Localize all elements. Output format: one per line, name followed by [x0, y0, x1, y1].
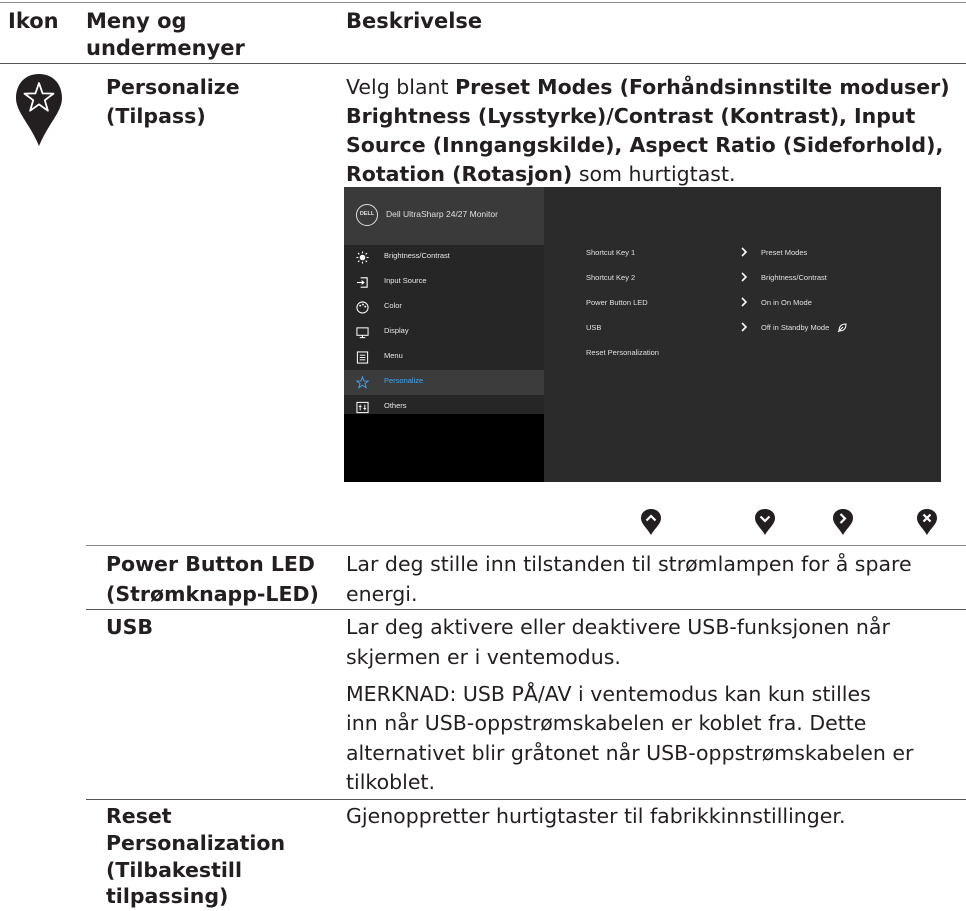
usb-note-line4: tilkoblet.	[346, 770, 435, 794]
osd-setting-value: Preset Modes	[761, 248, 808, 257]
header-description-col: Beskrivelse	[346, 9, 483, 33]
chevron-right-icon[interactable]	[832, 508, 854, 536]
close-icon[interactable]	[916, 508, 938, 536]
color-palette-icon	[356, 301, 369, 314]
osd-menu-item-menu[interactable]: Menu	[344, 345, 544, 370]
desc-bold: Rotation (Rotasjon)	[346, 162, 573, 186]
row-rule	[86, 545, 966, 546]
osd-setting-value: Brightness/Contrast	[761, 273, 827, 282]
chevron-right-icon	[741, 297, 748, 307]
usb-desc-line1: Lar deg aktivere eller deaktivere USB-fu…	[346, 615, 890, 639]
brightness-icon	[356, 251, 369, 264]
row-rule	[86, 609, 966, 610]
osd-menu: Brightness/Contrast Input Source Color D…	[344, 245, 544, 414]
osd-menu-item-personalize[interactable]: Personalize	[344, 370, 544, 395]
osd-menu-item-display[interactable]: Display	[344, 320, 544, 345]
personalize-desc-line2: Brightness (Lysstyrke)/Contrast (Kontras…	[346, 104, 916, 128]
osd-setting-value: Off in Standby Mode	[761, 323, 830, 332]
osd-setting-label[interactable]: Reset Personalization	[586, 348, 659, 357]
others-icon	[356, 401, 369, 414]
power-led-desc-line2: energi.	[346, 582, 418, 606]
power-led-desc-line1: Lar deg stille inn tilstanden til strøml…	[346, 552, 912, 576]
osd-menu-item-others[interactable]: Others	[344, 395, 544, 420]
menu-icon	[356, 351, 369, 364]
osd-menu-label: Personalize	[384, 376, 424, 385]
input-source-icon	[356, 277, 368, 288]
desc-plain: som hurtigtast.	[572, 162, 736, 186]
chevron-right-icon	[741, 322, 748, 332]
personalize-desc-line3: Source (Inngangskilde), Aspect Ratio (Si…	[346, 133, 944, 157]
chevron-right-icon	[741, 272, 748, 282]
osd-screenshot: DELL Dell UltraSharp 24/27 Monitor Brigh…	[344, 187, 941, 482]
osd-title-bar: DELL Dell UltraSharp 24/27 Monitor	[344, 187, 544, 245]
osd-menu-item-brightness[interactable]: Brightness/Contrast	[344, 245, 544, 270]
table-top-rule	[0, 2, 966, 3]
usb-label: USB	[106, 615, 154, 639]
osd-title: Dell UltraSharp 24/27 Monitor	[386, 209, 498, 219]
osd-setting-value: On in On Mode	[761, 298, 812, 307]
osd-setting-label[interactable]: Shortcut Key 2	[586, 273, 635, 282]
desc-plain: Velg blant	[346, 75, 456, 99]
reset-label-line4: tilpassing)	[106, 884, 229, 908]
chevron-right-icon	[741, 247, 748, 257]
reset-label-line3: (Tilbakestill	[106, 858, 242, 882]
personalize-desc-line4: Rotation (Rotasjon) som hurtigtast.	[346, 160, 736, 189]
usb-desc-line2: skjermen er i ventemodus.	[346, 645, 621, 669]
header-bottom-rule	[0, 63, 966, 64]
energy-leaf-icon	[837, 323, 847, 333]
osd-setting-label[interactable]: Shortcut Key 1	[586, 248, 635, 257]
header-icon-col: Ikon	[8, 9, 59, 33]
power-led-label-line2: (Strømknapp-LED)	[106, 582, 319, 606]
osd-menu-label: Others	[384, 401, 407, 410]
personalize-star-icon	[16, 74, 62, 146]
reset-desc: Gjenoppretter hurtigtaster til fabrikkin…	[346, 804, 846, 828]
chevron-up-icon[interactable]	[640, 508, 662, 536]
osd-menu-label: Menu	[384, 351, 403, 360]
osd-menu-label: Color	[384, 301, 402, 310]
osd-menu-item-input-source[interactable]: Input Source	[344, 270, 544, 295]
star-icon	[356, 376, 369, 389]
display-icon	[356, 327, 369, 339]
osd-menu-item-color[interactable]: Color	[344, 295, 544, 320]
usb-note-line3: alternativet blir gråtonet når USB-oppst…	[346, 741, 914, 765]
osd-setting-label[interactable]: Power Button LED	[586, 298, 648, 307]
reset-label-line2: Personalization	[106, 831, 286, 855]
header-menu-col-line1: Meny og	[86, 9, 187, 33]
usb-note-line2: inn når USB-oppstrømskabelen er koblet f…	[346, 711, 867, 735]
row-rule	[86, 799, 966, 800]
power-led-label-line1: Power Button LED	[106, 552, 315, 576]
dell-logo-text: DELL	[359, 211, 375, 217]
chevron-down-icon[interactable]	[754, 508, 776, 536]
dell-logo-icon: DELL	[356, 204, 378, 226]
desc-bold: Preset Modes (Forhåndsinnstilte moduser)	[455, 75, 950, 99]
reset-label-line1: Reset	[106, 804, 172, 828]
personalize-label-line2: (Tilpass)	[106, 104, 206, 128]
osd-menu-label: Input Source	[384, 276, 427, 285]
usb-note-line1: MERKNAD: USB PÅ/AV i ventemodus kan kun …	[346, 682, 871, 706]
osd-settings-panel: Shortcut Key 1 Preset Modes Shortcut Key…	[544, 187, 941, 482]
osd-setting-label[interactable]: USB	[586, 323, 601, 332]
osd-menu-label: Brightness/Contrast	[384, 251, 450, 260]
personalize-label-line1: Personalize	[106, 75, 240, 99]
personalize-desc-line1: Velg blant Preset Modes (Forhåndsinnstil…	[346, 73, 950, 102]
osd-menu-label: Display	[384, 326, 409, 335]
header-menu-col-line2: undermenyer	[86, 36, 245, 60]
